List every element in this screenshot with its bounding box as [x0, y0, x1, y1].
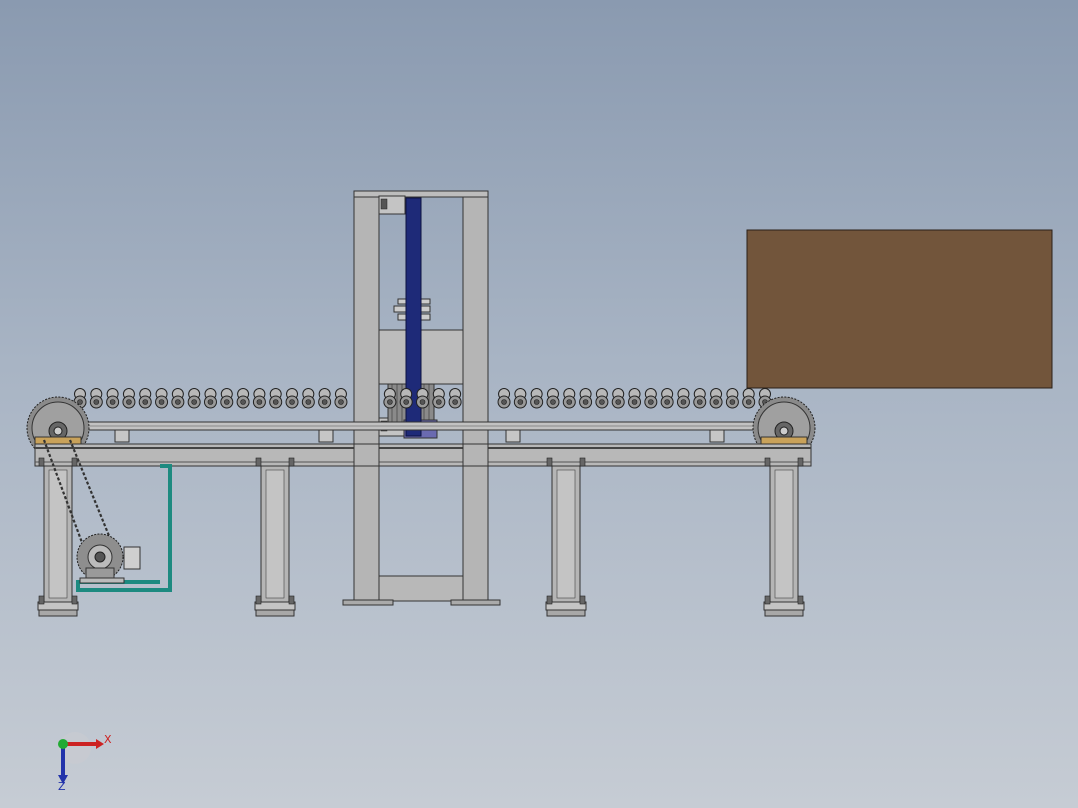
- conveyor-rail: [87, 421, 769, 431]
- roller: [595, 388, 609, 409]
- support-leg[interactable]: [763, 457, 805, 617]
- roller: [155, 388, 169, 409]
- y-axis-dot: [58, 739, 68, 749]
- assembly-drawing: X Z: [26, 190, 1053, 793]
- roller: [725, 388, 739, 409]
- roller: [236, 388, 250, 409]
- roller: [562, 388, 576, 409]
- roller: [399, 388, 413, 409]
- coordinate-triad: X Z: [58, 732, 112, 793]
- roller: [660, 388, 674, 409]
- crate-box[interactable]: [746, 229, 1053, 389]
- roller: [334, 388, 348, 409]
- roller: [709, 388, 723, 409]
- roller: [416, 388, 429, 409]
- roller: [301, 388, 315, 409]
- roller: [530, 388, 544, 409]
- roller: [546, 388, 560, 409]
- support-leg[interactable]: [254, 457, 296, 617]
- roller: [318, 388, 332, 409]
- roller: [285, 388, 299, 409]
- roller: [693, 388, 707, 409]
- roller: [252, 388, 266, 409]
- roller: [106, 388, 120, 409]
- roller: [448, 388, 462, 409]
- x-axis-arrowhead: [96, 739, 104, 749]
- z-axis-label: Z: [58, 780, 66, 793]
- roller: [122, 388, 136, 409]
- roller: [187, 388, 201, 409]
- roller: [269, 388, 283, 409]
- roller: [89, 388, 103, 409]
- roller: [220, 388, 234, 409]
- roller: [628, 388, 642, 409]
- support-leg[interactable]: [545, 457, 587, 617]
- roller: [203, 388, 217, 409]
- roller: [742, 388, 756, 409]
- roller: [432, 388, 446, 409]
- roller: [644, 388, 658, 409]
- x-axis-label: X: [104, 733, 112, 746]
- roller: [513, 388, 527, 409]
- roller: [138, 388, 152, 409]
- drive-motor[interactable]: [76, 533, 141, 584]
- roller: [497, 388, 511, 409]
- support-leg[interactable]: [37, 457, 79, 617]
- roller-chain[interactable]: [73, 388, 772, 409]
- main-beam[interactable]: [34, 443, 812, 467]
- cad-viewport[interactable]: X Z: [0, 0, 1078, 808]
- roller: [611, 388, 625, 409]
- roller: [383, 388, 397, 409]
- roller: [676, 388, 690, 409]
- roller: [579, 388, 593, 409]
- roller: [171, 388, 185, 409]
